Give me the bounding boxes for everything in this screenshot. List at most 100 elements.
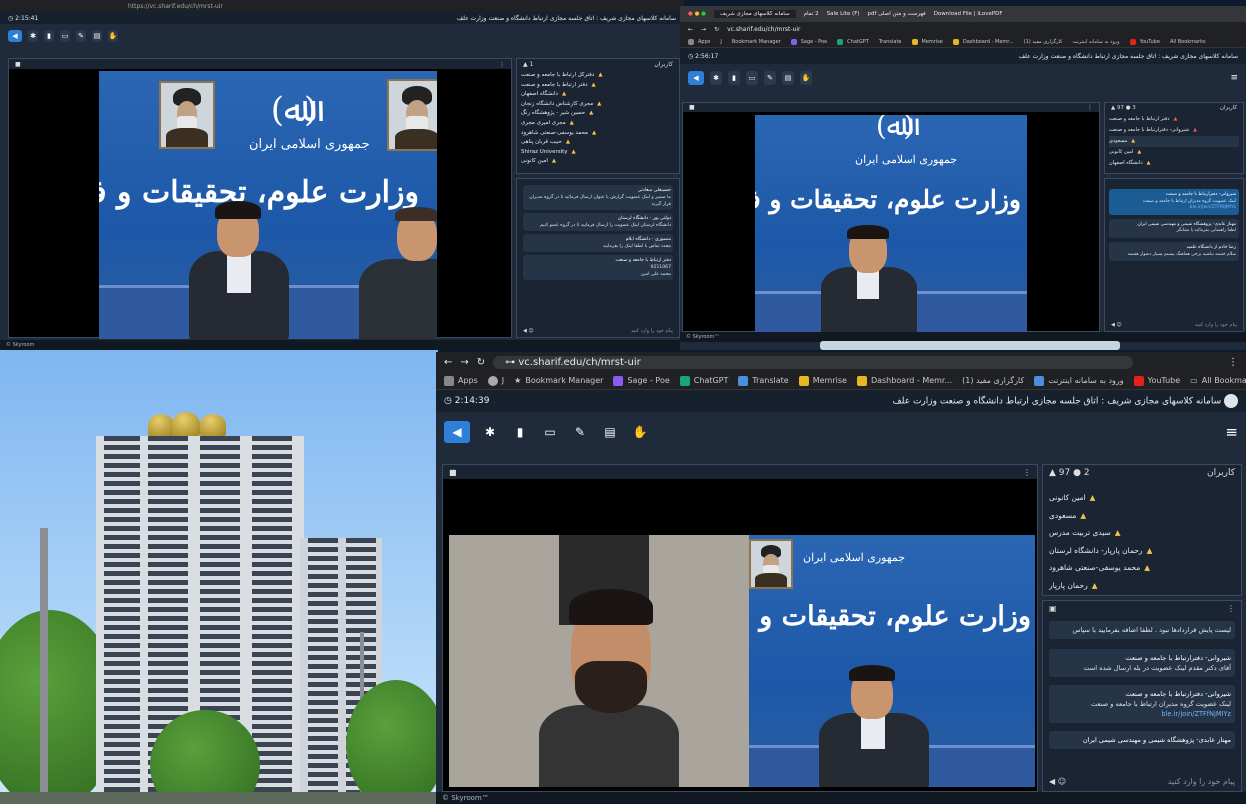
bookmark[interactable]: Apps xyxy=(688,38,710,45)
file-icon[interactable]: ▤ xyxy=(92,30,102,42)
screen-share-icon[interactable]: ▭ xyxy=(746,71,758,85)
chat-menu-icon[interactable]: ⋮ xyxy=(1227,604,1235,613)
bookmark[interactable]: ChatGPT xyxy=(837,38,869,45)
menu-icon[interactable]: ≡ xyxy=(1230,73,1238,83)
bookmark[interactable]: Apps xyxy=(444,375,478,386)
forward-icon[interactable]: → xyxy=(460,357,468,368)
list-item[interactable]: ▲ Shiraz University xyxy=(521,148,675,158)
chat-link[interactable]: ble.ir/join/ZTFfNjMIYz xyxy=(1053,709,1231,719)
screen-share-icon[interactable]: ▭ xyxy=(60,30,70,42)
bookmark[interactable]: ورود به سامانه اینترنت xyxy=(1034,375,1124,386)
camera-icon[interactable]: ▮ xyxy=(44,30,54,42)
send-icon[interactable]: ◀ ☺ xyxy=(1049,777,1066,786)
bookmark[interactable]: ▭All Bookmarks xyxy=(1190,376,1246,385)
video-menu-icon[interactable]: ⋮ xyxy=(499,61,505,68)
panel-a-users-panel: ▲ 1 کاربران ▲ دفترکل ارتباط با جامعه و صن… xyxy=(516,58,680,174)
bookmark[interactable]: All Bookmarks xyxy=(1170,39,1206,45)
back-icon[interactable]: ← xyxy=(688,26,693,33)
bookmark[interactable]: Translate xyxy=(879,39,902,45)
list-item[interactable]: ▲ دانشگاه اصفهان xyxy=(1109,158,1239,169)
list-item[interactable]: ▲ سیدی تربیت مدرس xyxy=(1049,524,1235,542)
bookmark[interactable]: Memrise xyxy=(911,38,943,45)
video-menu-icon[interactable]: ⋮ xyxy=(1087,104,1093,111)
list-item[interactable]: ▲ حسین شیر - پژوهشگاه رنگ xyxy=(521,109,675,119)
send-icon[interactable]: ◀ ☺ xyxy=(523,328,534,334)
panel-b-url[interactable]: vc.sharif.edu/ch/mrst-uir xyxy=(727,26,800,33)
window-controls[interactable]: ● ● ● xyxy=(688,11,706,17)
bookmark-label: Apps xyxy=(458,376,478,385)
list-item[interactable]: ▲ دانشگاه اصفهان xyxy=(521,90,675,100)
list-item[interactable]: ▲ رحمان پارپار- دانشگاه لرستان xyxy=(1049,542,1235,560)
pen-icon[interactable]: ✎ xyxy=(570,421,590,443)
bookmark[interactable]: Sage - Poe xyxy=(790,38,827,45)
hand-icon[interactable]: ✋ xyxy=(108,30,118,42)
hand-icon[interactable]: ✋ xyxy=(630,421,650,443)
send-icon[interactable]: ◀ ☺ xyxy=(1111,322,1122,328)
panel-a-url[interactable]: https://vc.sharif.edu/ch/mrst-uir xyxy=(128,3,223,10)
list-item[interactable]: ▲ امین کانونی xyxy=(1049,489,1235,507)
bookmark[interactable]: Dashboard - Memr... xyxy=(952,38,1014,45)
list-item[interactable]: ▲ مجری امیری مجری xyxy=(521,119,675,129)
tab[interactable]: Sale Lite (F) xyxy=(827,11,860,17)
bookmark[interactable]: ورود به سامانه اینترنت xyxy=(1072,39,1119,45)
bookmark[interactable]: Bookmark Manager xyxy=(732,39,781,45)
list-item[interactable]: ▲ امین کانونی xyxy=(1109,147,1239,158)
chat-link[interactable]: ble.ir/join/ZTFfNjMIYz xyxy=(1112,205,1236,212)
video-menu-icon[interactable]: ⋮ xyxy=(1023,468,1031,477)
bookmark[interactable]: J xyxy=(720,39,721,45)
panel-c-url[interactable]: ⊶ vc.sharif.edu/ch/mrst-uir xyxy=(493,355,1134,369)
screen-share-icon[interactable]: ▭ xyxy=(540,421,560,443)
list-item[interactable]: ▲ رحمان پارپار xyxy=(1049,577,1235,595)
volume-icon[interactable]: ◀ xyxy=(688,71,704,85)
bookmark[interactable]: ★ Bookmark Manager xyxy=(514,376,603,385)
list-item[interactable]: ▲ مسعودی xyxy=(1049,507,1235,525)
profile-icon[interactable]: ⋮ xyxy=(1228,357,1238,368)
panel-b-chat-input[interactable]: پیام خود را وارد کنید xyxy=(1195,322,1237,328)
file-icon[interactable]: ▤ xyxy=(600,421,620,443)
file-icon[interactable]: ▤ xyxy=(782,71,794,85)
bookmark[interactable]: کارگزاری مفید (1) xyxy=(962,376,1024,385)
reload-icon[interactable]: ↻ xyxy=(477,357,485,368)
list-item[interactable]: ▲ دفتر ارتباط با جامعه و صنعت xyxy=(521,81,675,91)
camera-icon[interactable]: ▮ xyxy=(510,421,530,443)
tab[interactable]: سامانه کلاسهای مجازی شریف xyxy=(713,10,796,18)
panel-a-chat-input[interactable]: پیام خود را وارد کنید xyxy=(631,328,673,334)
hand-icon[interactable]: ✋ xyxy=(800,71,812,85)
panel-c-chat-input[interactable]: پیام خود را وارد کنید xyxy=(1168,777,1235,786)
bookmark[interactable]: YouTube xyxy=(1129,38,1160,45)
list-item[interactable]: ▲ امین کانونی xyxy=(521,157,675,167)
volume-icon[interactable]: ◀ xyxy=(8,30,22,42)
list-item[interactable]: ▲ دفتر ارتباط با جامعه و صنعت xyxy=(1109,114,1239,125)
panel-b-toolbar: ◀ ✱ ▮ ▭ ✎ ▤ ✋ ≡ xyxy=(680,64,1246,92)
volume-icon[interactable]: ◀ xyxy=(444,421,470,443)
bookmark[interactable]: Memrise xyxy=(798,375,847,386)
list-item[interactable]: ▲ مسعودی xyxy=(1109,136,1239,147)
pen-icon[interactable]: ✎ xyxy=(764,71,776,85)
list-item[interactable]: ▲ مجری کارشناس دانشگاه زنجان xyxy=(521,100,675,110)
bookmark[interactable]: کارگزاری مفید (1) xyxy=(1024,39,1063,45)
reload-icon[interactable]: ↻ xyxy=(714,26,719,33)
tab[interactable]: 2 تمام xyxy=(804,11,819,17)
bookmark[interactable]: Translate xyxy=(738,375,789,386)
mic-icon[interactable]: ✱ xyxy=(710,71,722,85)
pen-icon[interactable]: ✎ xyxy=(76,30,86,42)
list-item[interactable]: ▲ شیروانی- دفترارتباط با جامعه و صنعت xyxy=(1109,125,1239,136)
panel-c-toolbar: ◀ ✱ ▮ ▭ ✎ ▤ ✋ ≡ xyxy=(436,412,1246,452)
back-icon[interactable]: ← xyxy=(444,357,452,368)
list-item[interactable]: ▲ حبیب قربان پناهی xyxy=(521,138,675,148)
forward-icon[interactable]: → xyxy=(701,26,706,33)
mic-icon[interactable]: ✱ xyxy=(480,421,500,443)
bookmark[interactable]: Dashboard - Memr... xyxy=(856,375,952,386)
list-item[interactable]: ▲ محمد یوسفی-صنعتی شاهرود xyxy=(1049,559,1235,577)
tab[interactable]: فهرست و متن اصلی pdf xyxy=(868,11,926,17)
list-item[interactable]: ▲ دفترکل ارتباط با جامعه و صنعت xyxy=(521,71,675,81)
bookmark[interactable]: YouTube xyxy=(1133,375,1180,386)
list-item[interactable]: ▲ محمد یوسفی-صنعتی شاهرود xyxy=(521,129,675,139)
tab[interactable]: Download File | iLovePDF xyxy=(934,11,1003,17)
bookmark[interactable]: Sage - Poe xyxy=(613,375,670,386)
bookmark[interactable]: ChatGPT xyxy=(679,375,728,386)
bookmark[interactable]: J xyxy=(487,375,504,386)
menu-icon[interactable]: ≡ xyxy=(1225,423,1238,441)
mic-icon[interactable]: ✱ xyxy=(28,30,38,42)
camera-icon[interactable]: ▮ xyxy=(728,71,740,85)
